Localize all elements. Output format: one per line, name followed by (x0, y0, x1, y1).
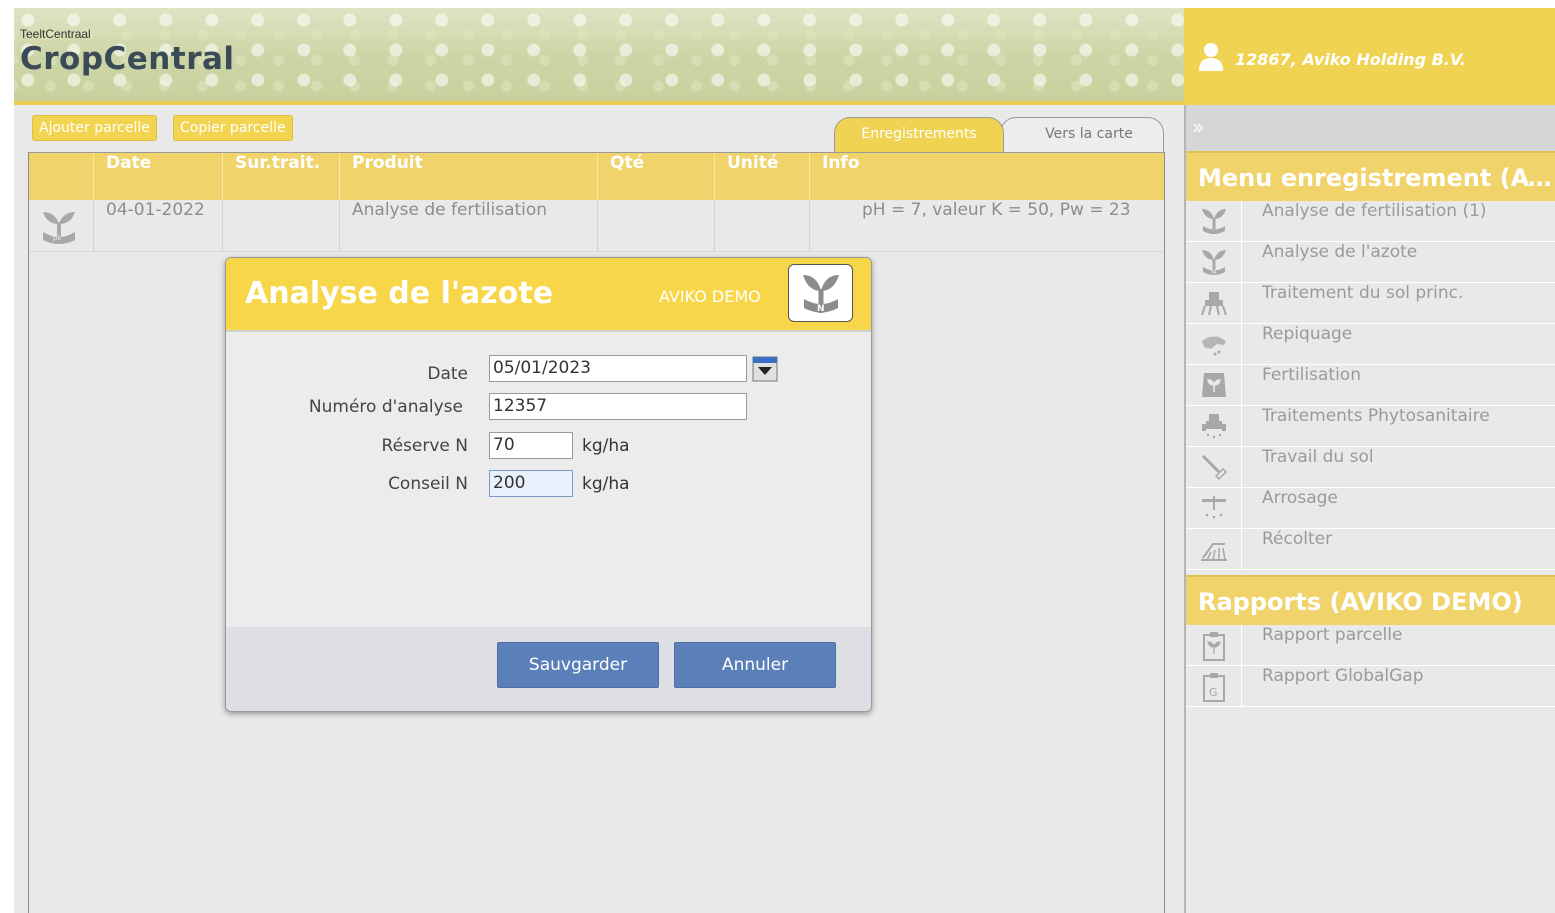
sidebar-item-repiquage[interactable]: Repiquage (1186, 324, 1555, 365)
header-banner: TeeltCentraal CropCentral (14, 8, 1184, 105)
table-row[interactable]: pk 04-01-2022 Analyse de fertilisation p… (29, 200, 1164, 252)
sidebar-item-travail-sol[interactable]: Travail du sol (1186, 447, 1555, 488)
cell-date: 04-01-2022 (93, 200, 222, 252)
user-name[interactable]: 12867, Aviko Holding B.V. (1235, 50, 1466, 69)
sidebar-item-label: Rapport GlobalGap (1262, 666, 1424, 686)
sidebar-collapse[interactable]: » (1186, 105, 1555, 151)
user-bar: 12867, Aviko Holding B.V. (1184, 8, 1555, 105)
dialog-footer: Sauvgarder Annuler (226, 627, 871, 711)
column-header-surtrait[interactable]: Sur.trait. (222, 153, 339, 201)
sidebar-item-label: Analyse de l'azote (1262, 242, 1418, 262)
date-input[interactable]: 05/01/2023 (489, 355, 747, 382)
column-header-qte[interactable]: Qté (597, 153, 714, 201)
nitrogen-analysis-dialog: Analyse de l'azote AVIKO DEMO N Date 05/… (225, 257, 872, 712)
sidebar-item-phytosanitaire[interactable]: Traitements Phytosanitaire (1186, 406, 1555, 447)
sidebar-item-label: Travail du sol (1262, 447, 1374, 467)
cell-surtrait (222, 200, 339, 252)
sidebar-item-analyse-azote[interactable]: N Analyse de l'azote (1186, 242, 1555, 283)
sidebar-item-label: Traitement du sol princ. (1262, 283, 1464, 303)
dialog-subtitle: AVIKO DEMO (659, 287, 761, 306)
harvester-icon (1201, 543, 1227, 561)
menu-section-title: Menu enregistrement (AVIKO DEMO) (1186, 151, 1555, 201)
advice-n-input[interactable]: 200 (489, 470, 573, 497)
column-header-produit[interactable]: Produit (339, 153, 597, 201)
plant-n-icon: N (788, 264, 853, 322)
column-header-icon (29, 153, 93, 201)
sidebar-item-label: Rapport parcelle (1262, 625, 1403, 645)
planting-hand-icon (1202, 336, 1226, 356)
sidebar-item-analyse-fertilisation[interactable]: Analyse de fertilisation (1) (1186, 201, 1555, 242)
advice-n-label: Conseil N (388, 474, 468, 494)
app-page: TeeltCentraal CropCentral 12867, Aviko H… (14, 8, 1555, 913)
sprayer-icon (1202, 414, 1226, 439)
date-label: Date (427, 364, 468, 384)
dialog-header: Analyse de l'azote AVIKO DEMO N (226, 258, 871, 332)
fertilizer-bag-icon (1202, 373, 1226, 397)
sprinkler-icon (1202, 496, 1226, 519)
advice-n-unit: kg/ha (582, 474, 630, 494)
column-header-info[interactable]: Info (809, 153, 1166, 201)
table-header: Date Sur.trait. Produit Qté Unité Info (29, 152, 1166, 201)
sidebar-item-rapport-globalgap[interactable]: G Rapport GlobalGap (1186, 666, 1555, 707)
save-button[interactable]: Sauvgarder (497, 642, 659, 688)
right-sidebar: » Menu enregistrement (AVIKO DEMO) Analy… (1184, 105, 1555, 913)
tab-map[interactable]: Vers la carte (1000, 117, 1164, 153)
sidebar-item-label: Récolter (1262, 529, 1333, 549)
sidebar-item-label: Analyse de fertilisation (1) (1262, 201, 1487, 221)
sidebar-item-recolter[interactable]: Récolter (1186, 529, 1555, 570)
sidebar-item-label: Arrosage (1262, 488, 1338, 508)
reserve-n-label: Réserve N (381, 436, 468, 456)
sidebar-item-label: Fertilisation (1262, 365, 1361, 385)
sidebar-item-label: Traitements Phytosanitaire (1262, 406, 1490, 426)
reserve-n-unit: kg/ha (582, 436, 630, 456)
dialog-title: Analyse de l'azote (245, 276, 554, 311)
clipboard-g-icon: G (1203, 673, 1225, 702)
hoe-icon (1201, 454, 1228, 481)
cell-info: pH = 7, valeur K = 50, Pw = 23 (809, 200, 1166, 252)
cell-produit: Analyse de fertilisation (339, 200, 597, 252)
svg-text:G: G (1209, 686, 1218, 699)
double-chevron-right-icon[interactable]: » (1192, 115, 1204, 139)
cancel-button[interactable]: Annuler (674, 642, 836, 688)
reports-section-title: Rapports (AVIKO DEMO) (1186, 575, 1555, 625)
cell-qte (597, 200, 714, 252)
cell-unite (714, 200, 809, 252)
column-header-date[interactable]: Date (93, 153, 222, 201)
svg-text:N: N (817, 304, 825, 314)
plant-n-icon: N (1202, 250, 1226, 276)
reserve-n-input[interactable]: 70 (489, 432, 573, 459)
svg-text:N: N (1211, 268, 1216, 276)
analysis-number-input[interactable]: 12357 (489, 393, 747, 420)
sidebar-item-rapport-parcelle[interactable]: Rapport parcelle (1186, 625, 1555, 666)
sidebar-item-label: Repiquage (1262, 324, 1353, 344)
sidebar-item-fertilisation[interactable]: Fertilisation (1186, 365, 1555, 406)
plant-pk-icon: pk (43, 212, 75, 244)
brand-logo[interactable]: CropCentral (20, 41, 235, 77)
tab-records[interactable]: Enregistrements (834, 117, 1004, 153)
analysis-number-label: Numéro d'analyse (308, 397, 463, 417)
svg-text:pk: pk (53, 234, 62, 242)
sidebar-item-traitement-sol[interactable]: Traitement du sol princ. (1186, 283, 1555, 324)
plant-pk-icon (1202, 209, 1226, 234)
user-icon[interactable] (1198, 42, 1224, 72)
clipboard-plant-icon (1203, 632, 1225, 661)
column-header-unite[interactable]: Unité (714, 153, 809, 201)
calendar-icon[interactable] (752, 356, 778, 382)
copy-parcel-button[interactable]: Copier parcelle (173, 115, 293, 141)
brand-small: TeeltCentraal (20, 27, 91, 41)
add-parcel-button[interactable]: Ajouter parcelle (32, 115, 157, 141)
sidebar-item-arrosage[interactable]: Arrosage (1186, 488, 1555, 529)
soil-treatment-icon (1201, 292, 1227, 316)
